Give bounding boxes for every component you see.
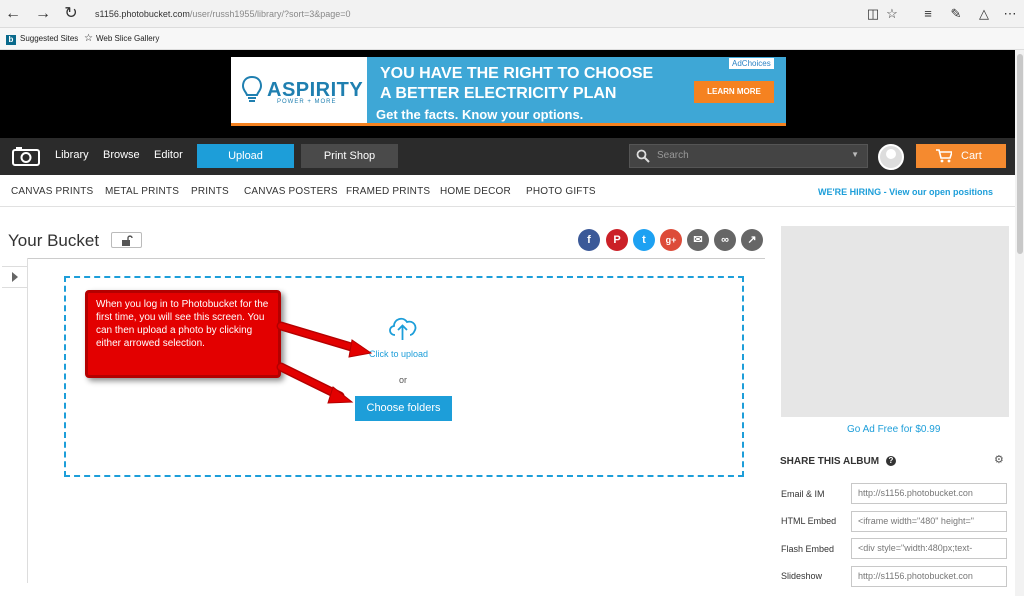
twitter-icon[interactable]: t	[633, 229, 655, 251]
scrollbar-thumb[interactable]	[1017, 54, 1023, 254]
go-ad-free-link[interactable]: Go Ad Free for $0.99	[847, 424, 940, 435]
category-bar: CANVAS PRINTS METAL PRINTS PRINTS CANVAS…	[0, 175, 1024, 207]
rail-ad-placeholder	[781, 226, 1009, 417]
url-domain: s1156.photobucket.com	[95, 9, 190, 19]
web-slice-star-icon: ☆	[84, 33, 93, 44]
share-label-html: HTML Embed	[781, 516, 837, 526]
or-label: or	[399, 375, 408, 385]
favorite-star-icon[interactable]: ☆	[883, 5, 901, 23]
category-canvas-prints[interactable]: CANVAS PRINTS	[11, 186, 93, 197]
nav-editor[interactable]: Editor	[154, 149, 183, 161]
hiring-link[interactable]: WE'RE HIRING - View our open positions	[818, 187, 993, 197]
address-bar[interactable]: s1156.photobucket.com/user/russh1955/lib…	[95, 6, 855, 22]
facebook-icon[interactable]: f	[578, 229, 600, 251]
sidebar-toggle[interactable]	[2, 266, 28, 288]
share-label-flash: Flash Embed	[781, 544, 835, 554]
search-icon	[636, 149, 650, 163]
ad-learn-more-button[interactable]: LEARN MORE	[694, 81, 774, 103]
category-metal-prints[interactable]: METAL PRINTS	[105, 186, 179, 197]
choose-folders-button[interactable]: Choose folders	[355, 396, 452, 421]
hub-icon[interactable]: ≡	[919, 5, 937, 23]
share-field-slideshow[interactable]: http://s1156.photobucket.con	[851, 566, 1007, 587]
title-divider	[28, 258, 765, 259]
share-out-icon[interactable]: ↗	[741, 229, 763, 251]
cart-button[interactable]: Cart	[916, 144, 1006, 168]
refresh-icon[interactable]: ↻	[62, 5, 80, 23]
click-to-upload-link[interactable]: Click to upload	[369, 349, 428, 359]
search-input[interactable]: Search ▼	[629, 144, 868, 168]
avatar-head	[886, 149, 896, 159]
banner-ad[interactable]: ASPIRITY POWER + MORE YOU HAVE THE RIGHT…	[231, 57, 786, 126]
chevron-right-icon	[12, 272, 18, 282]
help-icon[interactable]: ?	[886, 456, 896, 466]
bing-icon: b	[6, 35, 16, 45]
pinterest-icon[interactable]: P	[606, 229, 628, 251]
site-nav: Library Browse Editor Upload Print Shop …	[0, 138, 1024, 175]
link-icon[interactable]: ∞	[714, 229, 736, 251]
annotation-callout: When you log in to Photobucket for the f…	[85, 290, 281, 378]
category-photo-gifts[interactable]: PHOTO GIFTS	[526, 186, 596, 197]
forward-arrow-icon[interactable]: →	[34, 5, 52, 23]
sidebar-edge	[27, 258, 28, 583]
share-field-flash[interactable]: <div style="width:480px;text-	[851, 538, 1007, 559]
url-path: /user/russh1955/library/?sort=3&page=0	[189, 9, 351, 19]
share-album-title: SHARE THIS ALBUM	[780, 456, 880, 467]
search-placeholder: Search	[657, 150, 689, 161]
share-label-slideshow: Slideshow	[781, 571, 823, 581]
ad-headline-2: A BETTER ELECTRICITY PLAN	[380, 85, 617, 102]
google-plus-icon[interactable]: g+	[660, 229, 682, 251]
ad-brand-sub: POWER + MORE	[277, 99, 337, 105]
print-shop-button[interactable]: Print Shop	[301, 144, 398, 168]
ad-tagline: Get the facts. Know your options.	[376, 107, 584, 122]
cart-label: Cart	[961, 150, 982, 162]
web-note-icon[interactable]: ✎	[947, 5, 965, 23]
cart-icon	[936, 149, 952, 163]
category-canvas-posters[interactable]: CANVAS POSTERS	[244, 186, 338, 197]
reading-view-icon[interactable]: ◫	[864, 5, 882, 23]
avatar[interactable]	[878, 144, 904, 170]
category-home-decor[interactable]: HOME DECOR	[440, 186, 511, 197]
ad-logo: ASPIRITY POWER + MORE	[231, 57, 367, 126]
category-framed-prints[interactable]: FRAMED PRINTS	[346, 186, 430, 197]
gear-icon[interactable]: ⚙	[994, 453, 1004, 466]
page-title: Your Bucket	[8, 231, 100, 250]
photobucket-logo-icon[interactable]	[12, 147, 40, 166]
ad-headline-1: YOU HAVE THE RIGHT TO CHOOSE	[380, 65, 654, 82]
favorite-web-slice-gallery[interactable]: ☆ Web Slice Gallery	[84, 33, 159, 45]
more-icon[interactable]: ⋯	[1001, 5, 1019, 23]
upload-button[interactable]: Upload	[197, 144, 294, 168]
chevron-down-icon[interactable]: ▼	[851, 150, 859, 159]
ad-choices-link[interactable]: AdChoices	[729, 58, 774, 69]
cloud-upload-icon[interactable]	[386, 313, 420, 341]
share-field-html[interactable]: <iframe width="480" height="	[851, 511, 1007, 532]
share-icon[interactable]: △	[975, 5, 993, 23]
back-arrow-icon[interactable]: ←	[4, 5, 22, 23]
email-icon[interactable]: ✉	[687, 229, 709, 251]
privacy-lock-button[interactable]	[111, 232, 142, 248]
category-prints[interactable]: PRINTS	[191, 186, 229, 197]
share-label-email: Email & IM	[781, 489, 825, 499]
favorites-bar: b Suggested Sites ☆ Web Slice Gallery	[0, 28, 1024, 50]
share-field-email[interactable]: http://s1156.photobucket.con	[851, 483, 1007, 504]
unlock-icon	[122, 235, 133, 246]
lightbulb-icon	[241, 75, 263, 102]
nav-browse[interactable]: Browse	[103, 149, 140, 161]
ad-divider	[231, 123, 786, 126]
browser-toolbar: ← → ↻ s1156.photobucket.com/user/russh19…	[0, 0, 1024, 28]
nav-library[interactable]: Library	[55, 149, 89, 161]
favorite-suggested-sites[interactable]: b Suggested Sites	[6, 33, 78, 45]
